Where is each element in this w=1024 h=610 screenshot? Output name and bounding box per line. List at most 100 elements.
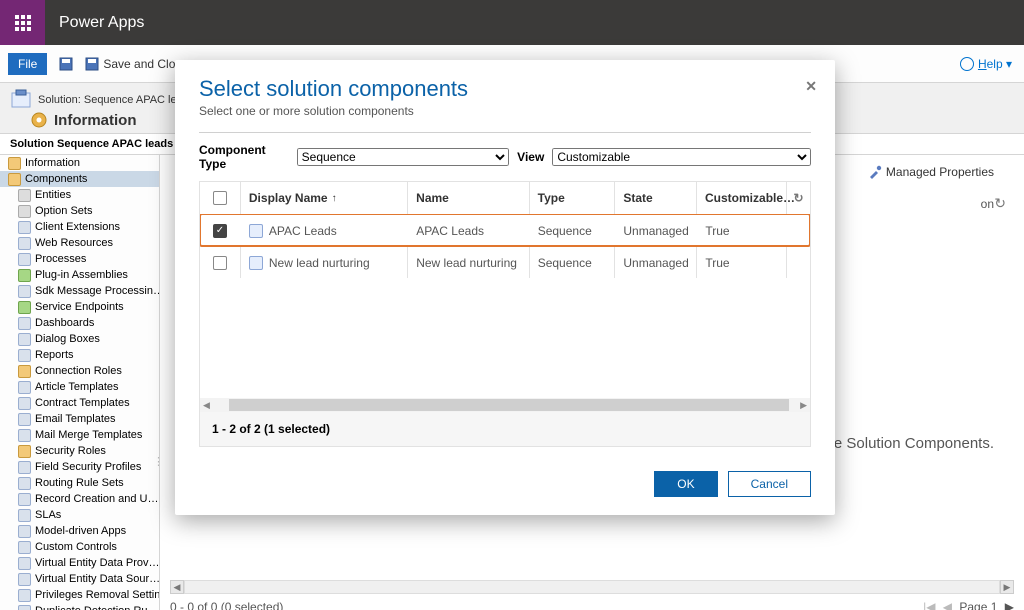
tree-item-icon — [18, 429, 31, 442]
tree-item-label: Security Roles — [35, 445, 106, 457]
row-checkbox[interactable]: ✓ — [213, 224, 227, 238]
sidebar-item-client-extensions[interactable]: Client Extensions — [0, 219, 159, 235]
tree-item-icon — [18, 461, 31, 474]
save-icon[interactable] — [59, 57, 73, 71]
scroll-track[interactable] — [184, 580, 1000, 594]
sidebar-item-routing-rule-sets[interactable]: Routing Rule Sets — [0, 475, 159, 491]
managed-properties-link[interactable]: Managed Properties — [868, 165, 994, 179]
page-prev-icon[interactable]: ◀ — [943, 600, 952, 610]
page-next-icon[interactable]: ▶ — [1005, 600, 1014, 610]
file-button[interactable]: File — [8, 53, 47, 75]
col-state[interactable]: State — [614, 182, 696, 214]
tree-item-icon — [18, 365, 31, 378]
grid-scrollbar[interactable]: ◀ ▶ — [200, 398, 810, 412]
sidebar-item-virtual-entity-data-prov[interactable]: Virtual Entity Data Prov… — [0, 555, 159, 571]
app-launcher-icon[interactable] — [0, 0, 45, 45]
save-and-close-button[interactable]: Save and Close — [85, 57, 188, 71]
help-link[interactable]: Help ▾ — [960, 57, 1012, 71]
grid-scroll-right-icon[interactable]: ▶ — [797, 400, 810, 411]
content-partial-text: e Solution Components. — [834, 435, 994, 452]
tree-item-label: SLAs — [35, 509, 61, 521]
tree-item-label: Virtual Entity Data Prov… — [35, 557, 159, 569]
table-row[interactable]: New lead nurturingNew lead nurturingSequ… — [200, 246, 810, 278]
content-refresh-icon[interactable]: ↻ — [994, 195, 1006, 212]
page-first-icon[interactable]: |◀ — [923, 600, 935, 610]
tree-item-icon — [18, 573, 31, 586]
grid-header: Display Name↑ Name Type State Customizab… — [200, 182, 810, 214]
tree-item-icon — [18, 301, 31, 314]
sidebar-item-dialog-boxes[interactable]: Dialog Boxes — [0, 331, 159, 347]
sidebar-item-custom-controls[interactable]: Custom Controls — [0, 539, 159, 555]
ok-button[interactable]: OK — [654, 471, 717, 497]
tree-item-icon — [18, 205, 31, 218]
grid-scroll-left-icon[interactable]: ◀ — [200, 400, 213, 411]
scroll-right-icon[interactable]: ▶ — [1000, 580, 1014, 594]
table-row[interactable]: ✓APAC LeadsAPAC LeadsSequenceUnmanagedTr… — [200, 214, 810, 246]
sidebar-item-processes[interactable]: Processes — [0, 251, 159, 267]
sidebar-item-article-templates[interactable]: Article Templates — [0, 379, 159, 395]
cancel-button[interactable]: Cancel — [728, 471, 811, 497]
grid-refresh-icon[interactable]: ↻ — [786, 182, 810, 214]
sidebar-item-reports[interactable]: Reports — [0, 347, 159, 363]
tree-item-label: Option Sets — [35, 205, 92, 217]
tree-item-icon — [18, 381, 31, 394]
sidebar-item-plug-in-assemblies[interactable]: Plug-in Assemblies — [0, 267, 159, 283]
view-label: View — [517, 150, 544, 164]
status-text: 0 - 0 of 0 (0 selected) — [170, 600, 283, 610]
close-icon[interactable]: ✕ — [805, 78, 817, 95]
cell-spacer — [786, 247, 810, 278]
resize-handle-icon[interactable]: ⋮ — [153, 455, 160, 468]
top-header: Power Apps — [0, 0, 1024, 45]
sidebar-item-virtual-entity-data-sour[interactable]: Virtual Entity Data Sour… — [0, 571, 159, 587]
tree-item-label: Custom Controls — [35, 541, 117, 553]
row-checkbox[interactable] — [213, 256, 227, 270]
scroll-left-icon[interactable]: ◀ — [170, 580, 184, 594]
tree-item-label: Dialog Boxes — [35, 333, 100, 345]
bottom-scrollbar[interactable]: ◀ ▶ — [170, 580, 1014, 594]
header-checkbox[interactable] — [200, 182, 240, 214]
col-name[interactable]: Name — [407, 182, 529, 214]
sidebar-item-slas[interactable]: SLAs — [0, 507, 159, 523]
tree-item-icon — [18, 477, 31, 490]
tree-item-icon — [18, 605, 31, 610]
col-display-name[interactable]: Display Name↑ — [240, 182, 407, 214]
sidebar-item-entities[interactable]: Entities — [0, 187, 159, 203]
tree-item-label: Plug-in Assemblies — [35, 269, 128, 281]
cell-type: Sequence — [529, 247, 615, 278]
tree-item-label: Email Templates — [35, 413, 116, 425]
sidebar-item-information[interactable]: Information — [0, 155, 159, 171]
component-type-select[interactable]: Sequence — [297, 148, 510, 166]
col-type[interactable]: Type — [529, 182, 615, 214]
sidebar-item-email-templates[interactable]: Email Templates — [0, 411, 159, 427]
tree-item-icon — [18, 525, 31, 538]
tree-item-label: Components — [25, 173, 87, 185]
tree-item-icon — [18, 189, 31, 202]
sidebar-item-sdk-message-processin[interactable]: Sdk Message Processin… — [0, 283, 159, 299]
grid-scroll-thumb[interactable] — [229, 399, 789, 411]
sidebar-item-field-security-profiles[interactable]: Field Security Profiles — [0, 459, 159, 475]
sidebar-item-security-roles[interactable]: Security Roles — [0, 443, 159, 459]
sidebar-item-mail-merge-templates[interactable]: Mail Merge Templates — [0, 427, 159, 443]
sidebar-item-option-sets[interactable]: Option Sets — [0, 203, 159, 219]
components-grid: Display Name↑ Name Type State Customizab… — [199, 181, 811, 447]
sidebar-item-connection-roles[interactable]: Connection Roles — [0, 363, 159, 379]
wrench-icon — [868, 165, 882, 179]
sidebar-item-duplicate-detection-ru[interactable]: Duplicate Detection Ru… — [0, 603, 159, 610]
sidebar-item-web-resources[interactable]: Web Resources — [0, 235, 159, 251]
tree-item-label: Mail Merge Templates — [35, 429, 142, 441]
sidebar-item-model-driven-apps[interactable]: Model-driven Apps — [0, 523, 159, 539]
tree-item-label: Web Resources — [35, 237, 113, 249]
sidebar-item-service-endpoints[interactable]: Service Endpoints — [0, 299, 159, 315]
managed-properties-label: Managed Properties — [886, 165, 994, 179]
tree-item-label: Field Security Profiles — [35, 461, 141, 473]
sidebar-item-contract-templates[interactable]: Contract Templates — [0, 395, 159, 411]
paging: |◀ ◀ Page 1 ▶ — [923, 600, 1014, 610]
view-select[interactable]: Customizable — [552, 148, 811, 166]
sidebar-item-dashboards[interactable]: Dashboards — [0, 315, 159, 331]
sidebar-item-record-creation-and-u[interactable]: Record Creation and U… — [0, 491, 159, 507]
sidebar-item-privileges-removal-setting[interactable]: Privileges Removal Setting — [0, 587, 159, 603]
col-customizable[interactable]: Customizable… — [696, 182, 786, 214]
sidebar-item-components[interactable]: Components — [0, 171, 159, 187]
help-label: elp — [987, 57, 1003, 71]
tree-item-icon — [18, 269, 31, 282]
